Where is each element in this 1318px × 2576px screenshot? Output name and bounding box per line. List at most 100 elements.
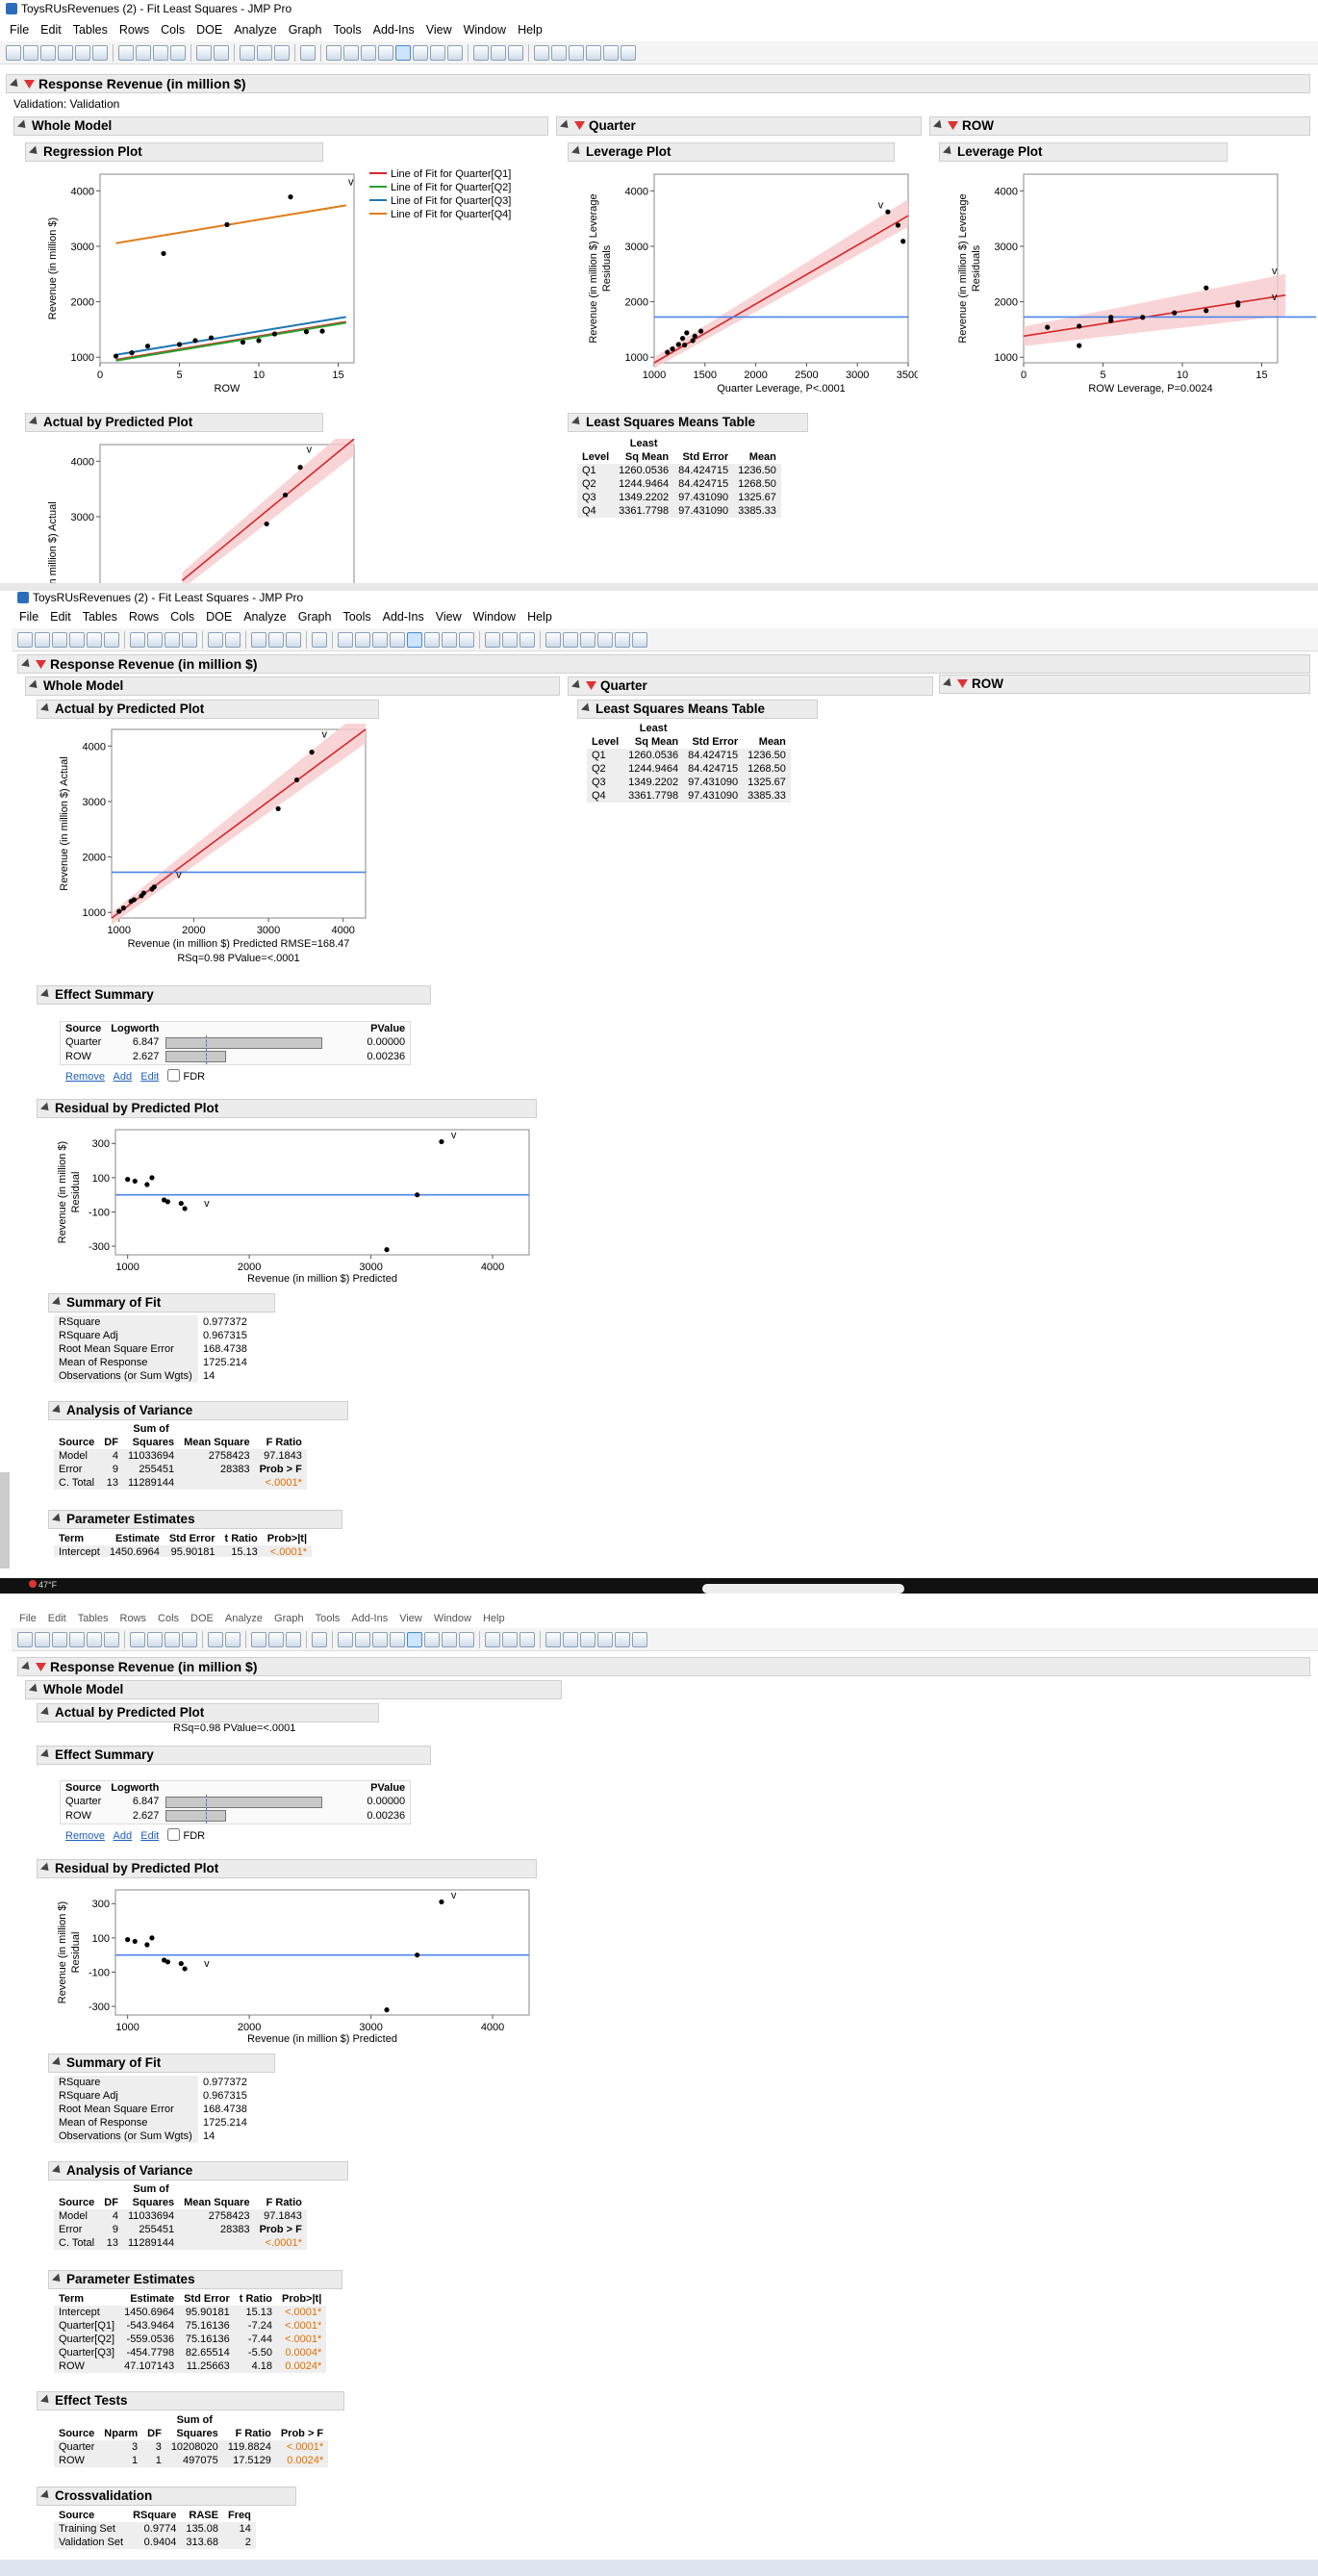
summary-of-fit-header-3[interactable]: Summary of Fit [48,2053,275,2073]
toolbar-button-icon[interactable] [615,1631,630,1647]
toolbar-button-icon[interactable] [545,631,561,648]
disclosure-icon[interactable] [570,145,584,158]
add-button[interactable]: Add [114,1830,133,1842]
toolbar-button-icon[interactable] [251,1631,266,1647]
table-row[interactable]: ROW 2.627 0.00236 [61,1808,411,1824]
toolbar-button-icon[interactable] [632,1631,647,1647]
menu-doe[interactable]: DOE [185,1613,219,1628]
disclosure-icon[interactable] [28,1683,41,1696]
disclosure-icon[interactable] [16,119,30,132]
toolbar-button-icon[interactable] [268,631,284,648]
disclosure-icon[interactable] [942,145,955,158]
disclosure-icon[interactable] [942,677,955,690]
toolbar-button-icon[interactable] [372,1631,388,1647]
table-row[interactable]: Quarter 6.847 0.00000 [61,1795,411,1810]
toolbar-button-icon[interactable] [551,44,567,61]
disclosure-icon[interactable] [51,1513,64,1525]
toolbar-button-icon[interactable] [459,631,474,648]
menu-analyze[interactable]: Analyze [228,23,282,40]
regression-plot[interactable]: 0 5 10 15 1000 2000 3000 4000 v ROW Revenue (in mi… [38,168,366,409]
toolbar-button-icon[interactable] [491,44,506,61]
menu-addins[interactable]: Add-Ins [368,23,420,40]
menu-file[interactable]: File [13,1613,42,1628]
residual-header-2[interactable]: Residual by Predicted Plot [37,1099,537,1118]
edit-button[interactable]: Edit [140,1830,159,1842]
toolbar-button-icon[interactable] [257,44,272,61]
actual-by-predicted-header-2[interactable]: Actual by Predicted Plot [37,700,379,719]
toolbar-button-icon[interactable] [390,1631,405,1647]
actual-by-predicted-plot-cut[interactable]: v 4000 3000 h (in million $) Actual [38,439,366,583]
disclosure-icon[interactable] [51,2273,64,2285]
summary-of-fit-header-2[interactable]: Summary of Fit [48,1293,275,1313]
lsm-header-1[interactable]: Least Squares Means Table [568,413,808,432]
menu-tables[interactable]: Tables [67,23,114,40]
toolbar-button-icon[interactable] [225,1631,241,1647]
toolbar-button-icon[interactable] [520,631,535,648]
residual-by-predicted-plot[interactable]: 1000 2000 3000 4000 300 100 -100 -300 v v Revenue … [50,1122,541,1288]
toolbar-button-icon[interactable] [361,44,376,61]
toolbar-button-icon[interactable] [6,44,21,61]
toolbar-button-icon[interactable] [118,44,134,61]
menu-window[interactable]: Window [458,23,512,40]
quarter-leverage-plot[interactable]: 1000 1500 2000 2500 3000 3500 1000 2000 3000 4000… [581,168,918,409]
quarter-header-2[interactable]: Quarter [568,676,933,696]
toolbar-button-icon[interactable] [130,631,145,648]
menu-analyze[interactable]: Analyze [238,610,291,627]
toolbar-button-icon[interactable] [240,44,255,61]
menu-tables[interactable]: Tables [72,1613,114,1628]
regression-plot-header[interactable]: Regression Plot [25,142,323,162]
menu-analyze[interactable]: Analyze [219,1613,268,1628]
toolbar-button-icon[interactable] [378,44,393,61]
anova-header-2[interactable]: Analysis of Variance [48,1401,348,1420]
table-row[interactable]: ROW 2.627 0.00236 [61,1049,411,1064]
search-bar[interactable] [702,1584,904,1594]
toolbar-button-icon[interactable] [208,1631,223,1647]
whole-model-header-3[interactable]: Whole Model [25,1680,562,1699]
actual-by-predicted-header-1[interactable]: Actual by Predicted Plot [25,413,323,432]
report-header-1[interactable]: Response Revenue (in million $) [6,74,1310,93]
menu-tools[interactable]: Tools [327,23,367,40]
red-triangle-menu-icon[interactable] [957,679,968,688]
fdr-checkbox[interactable] [167,1827,181,1841]
menu-addins[interactable]: Add-Ins [345,1613,393,1628]
residual-by-predicted-plot[interactable]: 1000 2000 3000 4000 300 100 -100 -300 v v Revenue … [50,1882,541,2048]
menu-file[interactable]: File [4,23,35,40]
arrow-tool-icon[interactable] [407,1631,422,1647]
toolbar-button-icon[interactable] [147,631,163,648]
actual-by-predicted-plot[interactable]: 1000 2000 3000 4000 1000 2000 3000 4000 v v Revenu… [50,724,387,974]
toolbar-button-icon[interactable] [563,631,578,648]
disclosure-icon[interactable] [51,2164,64,2177]
disclosure-icon[interactable] [28,679,41,692]
toolbar-button-icon[interactable] [424,631,440,648]
toolbar-button-icon[interactable] [136,44,151,61]
menu-tools[interactable]: Tools [310,1613,346,1628]
lsm-header-2[interactable]: Least Squares Means Table [577,700,818,719]
red-triangle-menu-icon[interactable] [586,681,596,690]
toolbar-button-icon[interactable] [286,1631,301,1647]
arrow-tool-icon[interactable] [395,44,411,61]
menu-graph[interactable]: Graph [268,1613,310,1628]
toolbar-button-icon[interactable] [35,631,50,648]
toolbar-button-icon[interactable] [338,1631,353,1647]
toolbar-button-icon[interactable] [165,631,180,648]
toolbar-button-icon[interactable] [87,631,102,648]
table-row[interactable]: Quarter 6.847 0.00000 [61,1035,411,1051]
toolbar-button-icon[interactable] [459,1631,474,1647]
remove-button[interactable]: Remove [65,1830,105,1842]
toolbar-button-icon[interactable] [75,44,90,61]
toolbar-button-icon[interactable] [208,631,223,648]
menu-cols[interactable]: Cols [155,23,190,40]
quarter-header-1[interactable]: Quarter [556,116,922,136]
menu-graph[interactable]: Graph [283,23,328,40]
red-triangle-menu-icon[interactable] [24,80,35,89]
toolbar-button-icon[interactable] [442,631,457,648]
menu-doe[interactable]: DOE [200,610,238,627]
disclosure-icon[interactable] [20,1661,34,1673]
toolbar-button-icon[interactable] [534,44,549,61]
toolbar-button-icon[interactable] [274,44,290,61]
toolbar-button-icon[interactable] [621,44,636,61]
toolbar-button-icon[interactable] [485,631,500,648]
disclosure-icon[interactable] [39,1748,53,1761]
menu-file[interactable]: File [13,610,44,627]
toolbar-button-icon[interactable] [17,631,33,648]
